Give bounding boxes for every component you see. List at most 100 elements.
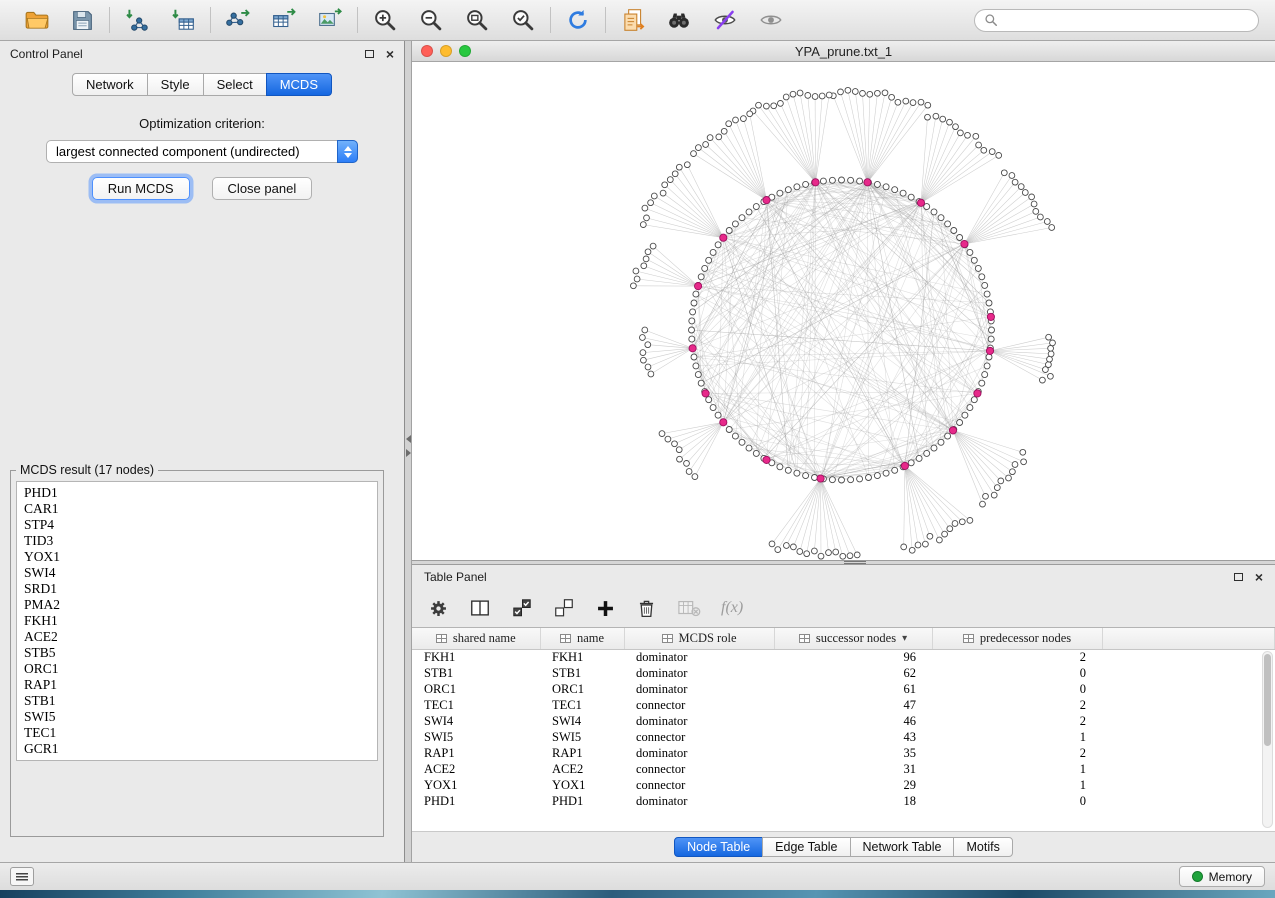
network-leaf-node[interactable] bbox=[726, 121, 732, 127]
network-leaf-node[interactable] bbox=[686, 469, 692, 475]
network-leaf-node[interactable] bbox=[889, 94, 895, 100]
network-hub-node[interactable] bbox=[702, 390, 709, 397]
close-table-panel-icon[interactable] bbox=[1255, 572, 1263, 582]
network-node[interactable] bbox=[938, 439, 944, 445]
table-row[interactable]: SWI5SWI5connector431 bbox=[412, 729, 1275, 745]
network-leaf-node[interactable] bbox=[833, 549, 839, 555]
column-header[interactable]: name bbox=[540, 628, 624, 649]
toolbar-search[interactable] bbox=[974, 9, 1259, 32]
network-leaf-node[interactable] bbox=[923, 541, 929, 547]
vertical-splitter[interactable] bbox=[405, 41, 412, 862]
network-leaf-node[interactable] bbox=[826, 92, 832, 98]
network-leaf-node[interactable] bbox=[895, 99, 901, 105]
table-row[interactable]: ORC1ORC1dominator610 bbox=[412, 681, 1275, 697]
network-leaf-node[interactable] bbox=[998, 478, 1004, 484]
network-hub-node[interactable] bbox=[961, 240, 968, 247]
network-leaf-node[interactable] bbox=[640, 350, 646, 356]
window-close-icon[interactable] bbox=[421, 45, 433, 57]
criterion-dropdown[interactable]: largest connected component (undirected) bbox=[46, 140, 358, 163]
network-node[interactable] bbox=[874, 473, 880, 479]
network-leaf-node[interactable] bbox=[648, 371, 654, 377]
network-leaf-node[interactable] bbox=[1048, 373, 1054, 379]
network-leaf-node[interactable] bbox=[1009, 173, 1015, 179]
network-leaf-node[interactable] bbox=[918, 99, 924, 105]
network-node[interactable] bbox=[746, 445, 752, 451]
network-leaf-node[interactable] bbox=[659, 431, 665, 437]
network-leaf-node[interactable] bbox=[1050, 340, 1056, 346]
network-node[interactable] bbox=[706, 257, 712, 263]
result-node-item[interactable]: FKH1 bbox=[24, 613, 370, 629]
network-leaf-node[interactable] bbox=[942, 531, 948, 537]
network-node[interactable] bbox=[951, 228, 957, 234]
network-node[interactable] bbox=[971, 397, 977, 403]
mcds-result-list[interactable]: PHD1CAR1STP4TID3YOX1SWI4SRD1PMA2FKH1ACE2… bbox=[16, 481, 378, 761]
network-node[interactable] bbox=[931, 445, 937, 451]
network-hub-node[interactable] bbox=[817, 475, 824, 482]
search-input[interactable] bbox=[1003, 12, 1249, 28]
tab-network-table[interactable]: Network Table bbox=[850, 837, 955, 857]
network-node[interactable] bbox=[848, 477, 854, 483]
network-node[interactable] bbox=[829, 177, 835, 183]
result-node-item[interactable]: SWI5 bbox=[24, 709, 370, 725]
import-network-button[interactable] bbox=[122, 5, 152, 35]
network-node[interactable] bbox=[732, 221, 738, 227]
network-node[interactable] bbox=[726, 228, 732, 234]
network-leaf-node[interactable] bbox=[791, 544, 797, 550]
network-leaf-node[interactable] bbox=[867, 91, 873, 97]
close-panel-icon[interactable] bbox=[386, 49, 394, 59]
network-node[interactable] bbox=[839, 477, 845, 483]
network-leaf-node[interactable] bbox=[1010, 469, 1016, 475]
network-leaf-node[interactable] bbox=[940, 116, 946, 122]
network-leaf-node[interactable] bbox=[991, 492, 997, 498]
network-leaf-node[interactable] bbox=[980, 501, 986, 507]
tab-edge-table[interactable]: Edge Table bbox=[762, 837, 850, 857]
column-header[interactable]: MCDS role bbox=[624, 628, 774, 649]
show-columns-button[interactable] bbox=[469, 597, 491, 619]
network-hub-node[interactable] bbox=[812, 179, 819, 186]
network-leaf-node[interactable] bbox=[676, 447, 682, 453]
network-leaf-node[interactable] bbox=[812, 94, 818, 100]
network-node[interactable] bbox=[715, 412, 721, 418]
zoom-in-button[interactable] bbox=[370, 5, 400, 35]
network-window-titlebar[interactable]: YPA_prune.txt_1 bbox=[412, 41, 1275, 62]
network-leaf-node[interactable] bbox=[716, 134, 722, 140]
network-leaf-node[interactable] bbox=[783, 94, 789, 100]
network-leaf-node[interactable] bbox=[790, 91, 796, 97]
hide-details-button[interactable] bbox=[756, 5, 786, 35]
network-leaf-node[interactable] bbox=[771, 103, 777, 109]
network-leaf-node[interactable] bbox=[662, 182, 668, 188]
network-node[interactable] bbox=[938, 215, 944, 221]
unselect-all-button[interactable] bbox=[553, 597, 575, 619]
network-leaf-node[interactable] bbox=[1020, 449, 1026, 455]
network-node[interactable] bbox=[848, 177, 854, 183]
result-node-item[interactable]: STB5 bbox=[24, 645, 370, 661]
network-node[interactable] bbox=[979, 274, 985, 280]
network-node[interactable] bbox=[883, 184, 889, 190]
table-row[interactable]: TEC1TEC1connector472 bbox=[412, 697, 1275, 713]
result-node-item[interactable]: SRD1 bbox=[24, 581, 370, 597]
zoom-out-button[interactable] bbox=[416, 5, 446, 35]
network-leaf-node[interactable] bbox=[643, 256, 649, 262]
network-leaf-node[interactable] bbox=[692, 474, 698, 480]
network-leaf-node[interactable] bbox=[996, 153, 1002, 159]
network-node[interactable] bbox=[874, 181, 880, 187]
network-leaf-node[interactable] bbox=[741, 116, 747, 122]
network-hub-node[interactable] bbox=[689, 345, 696, 352]
network-leaf-node[interactable] bbox=[651, 193, 657, 199]
network-leaf-node[interactable] bbox=[778, 101, 784, 107]
network-leaf-node[interactable] bbox=[633, 268, 639, 274]
save-session-button[interactable] bbox=[68, 6, 97, 35]
network-leaf-node[interactable] bbox=[976, 142, 982, 148]
network-leaf-node[interactable] bbox=[1001, 170, 1007, 176]
network-hub-node[interactable] bbox=[901, 462, 908, 469]
close-panel-button[interactable]: Close panel bbox=[212, 177, 313, 200]
scrollbar-thumb[interactable] bbox=[1264, 654, 1271, 746]
status-menu-button[interactable] bbox=[10, 867, 34, 886]
network-leaf-node[interactable] bbox=[1029, 194, 1035, 200]
graphics-details-button[interactable] bbox=[710, 5, 740, 35]
network-node[interactable] bbox=[975, 265, 981, 271]
network-leaf-node[interactable] bbox=[703, 142, 709, 148]
network-node[interactable] bbox=[962, 412, 968, 418]
network-node[interactable] bbox=[693, 363, 699, 369]
float-panel-icon[interactable] bbox=[365, 50, 374, 58]
